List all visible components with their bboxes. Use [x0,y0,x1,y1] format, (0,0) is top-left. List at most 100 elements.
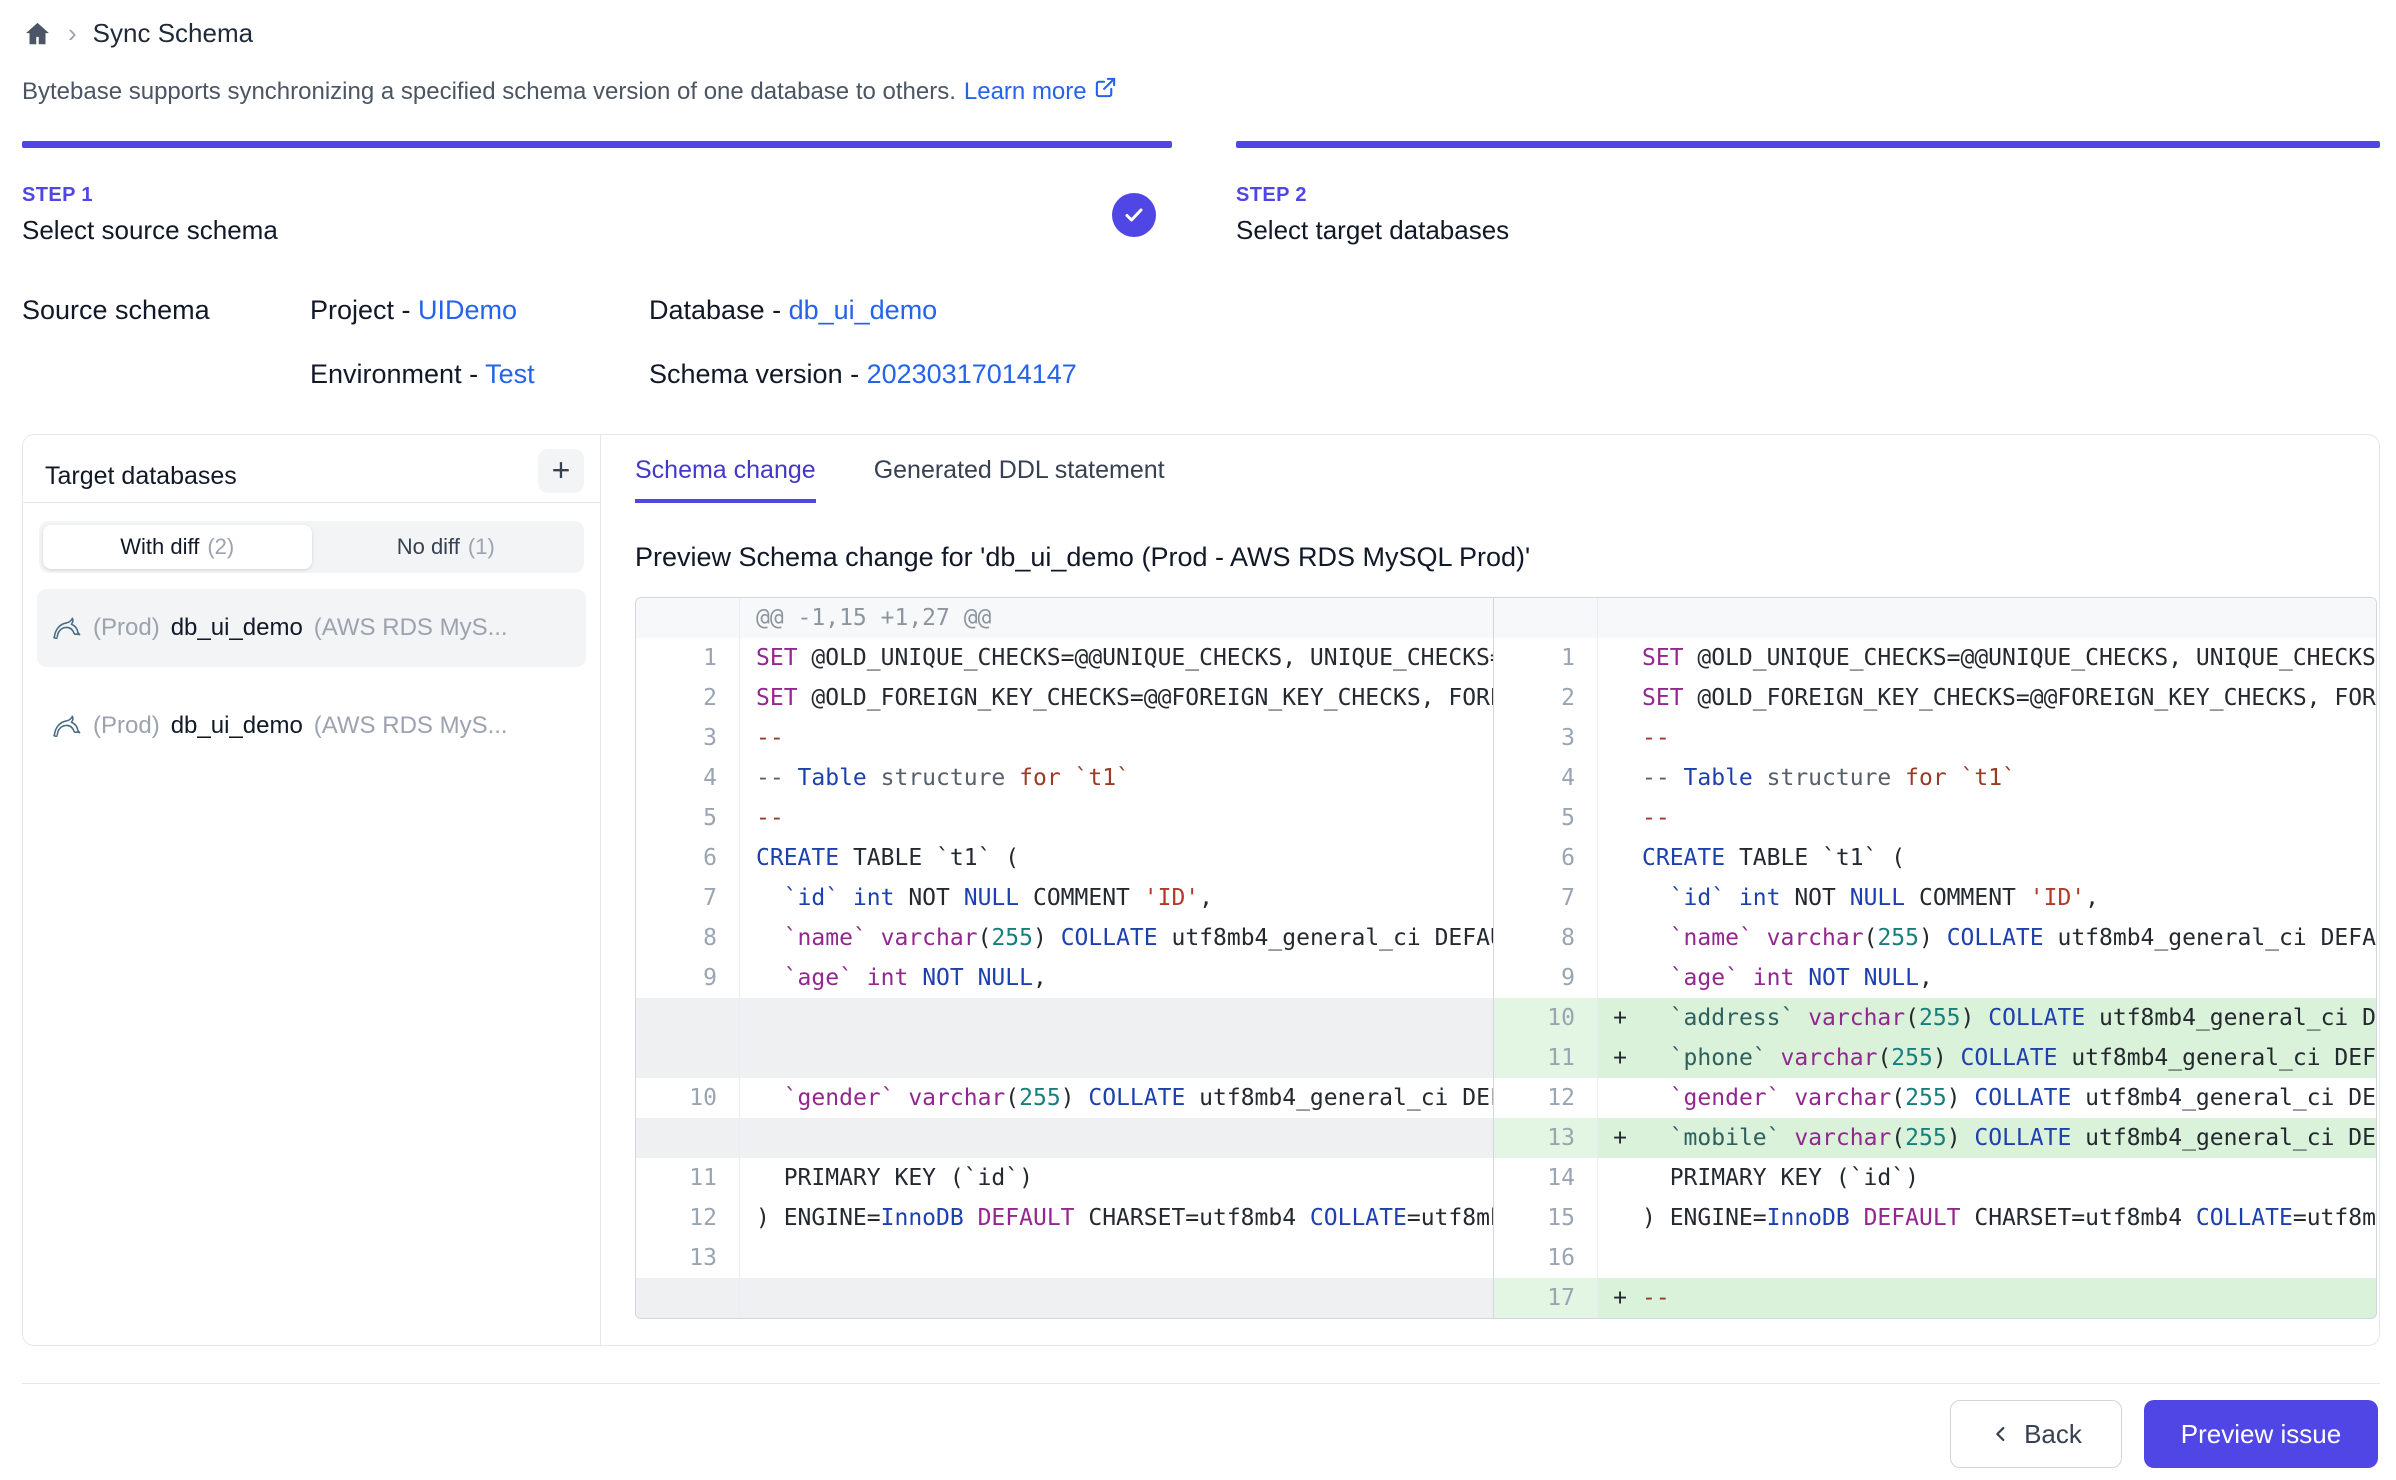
added-line-marker [1598,918,1642,958]
code-token: COLLATE [1974,1125,2071,1151]
add-target-database-button[interactable]: + [538,449,584,493]
left-line-number [636,1278,740,1318]
source-field-name: Schema version - [649,359,867,389]
right-code-cell: -- [1642,798,2376,838]
source-fields: Project - UIDemoDatabase - db_ui_demoEnv… [310,292,1077,392]
code-token: 255 [1905,1125,1947,1151]
learn-more-link[interactable]: Learn more [964,76,1117,107]
source-field-name: Project - [310,295,418,325]
diff-hunk-header-row: @@ -1,15 +1,27 @@ [636,598,2376,638]
code-token: , [1919,965,1933,991]
left-code-cell: `gender` varchar(255) COLLATE utf8mb4_ge… [740,1078,1494,1118]
left-code-cell [740,1238,1494,1278]
code-token: DEFAULT [978,1205,1075,1231]
code-token: `age` int [784,965,909,991]
code-token: `id` int [784,885,895,911]
code-token: utf8mb4_general_ci DEFAULT NULL, [2071,1085,2376,1111]
home-icon[interactable] [22,18,52,48]
intro-text: Bytebase supports synchronizing a specif… [22,76,2380,107]
code-token: , [1033,965,1047,991]
tab-schema-change[interactable]: Schema change [635,455,816,503]
right-line-number: 9 [1494,958,1598,998]
code-token: varchar [1794,1125,1891,1151]
tab-generated-ddl-statement[interactable]: Generated DDL statement [874,455,1165,503]
source-field-name: Database - [649,295,789,325]
left-line-number: 12 [636,1198,740,1238]
left-code-cell: -- [740,718,1494,758]
left-code-cell: -- Table structure for `t1` [740,758,1494,798]
right-code-cell: `name` varchar(255) COLLATE utf8mb4_gene… [1642,918,2376,958]
code-token: COLLATE [1061,925,1158,951]
left-code-cell: ) ENGINE=InnoDB DEFAULT CHARSET=utf8mb4 … [740,1198,1494,1238]
code-token [1794,965,1808,991]
code-token: ( [1891,1125,1905,1151]
code-token: utf8mb4_general_ci DEFAULT NULL, [2071,1125,2376,1151]
target-item-environment: (Prod) [93,712,160,740]
source-field-value-link[interactable]: UIDemo [418,295,517,325]
code-token: Table [798,765,867,791]
preview-issue-button[interactable]: Preview issue [2144,1400,2378,1468]
right-code-cell: `gender` varchar(255) COLLATE utf8mb4_ge… [1642,1078,2376,1118]
code-token: SET [756,685,798,711]
code-token [756,1085,784,1111]
right-line-number: 7 [1494,878,1598,918]
source-field-value-link[interactable]: db_ui_demo [789,295,938,325]
right-code-cell: `mobile` varchar(255) COLLATE utf8mb4_ge… [1642,1118,2376,1158]
right-line-number: 15 [1494,1198,1598,1238]
diff-row: 12) ENGINE=InnoDB DEFAULT CHARSET=utf8mb… [636,1198,2376,1238]
left-line-number: 2 [636,678,740,718]
code-token: utf8mb4_general_ci DEFAULT NULL, [2085,1005,2376,1031]
left-code-cell: SET @OLD_UNIQUE_CHECKS=@@UNIQUE_CHECKS, … [740,638,1494,678]
learn-more-label: Learn more [964,77,1087,107]
source-field-value-link[interactable]: 20230317014147 [867,359,1077,389]
code-token [1642,1045,1670,1071]
source-schema-section: Source schema Project - UIDemoDatabase -… [22,292,2380,392]
code-token: ( [1891,1085,1905,1111]
code-token: NOT NULL [1808,965,1919,991]
target-tab-with-diff[interactable]: With diff(2) [43,525,312,569]
code-token [1850,1205,1864,1231]
added-line-marker [1598,1158,1642,1198]
left-line-number [636,1038,740,1078]
code-token: =utf8mb4_general_ci; [1407,1205,1494,1231]
source-field-value-link[interactable]: Test [485,359,535,389]
left-line-number [636,598,740,638]
chevron-left-icon [1990,1423,2012,1445]
right-line-number: 17 [1494,1278,1598,1318]
code-token: ) [1033,925,1061,951]
target-tab-count: (2) [207,534,234,560]
back-button[interactable]: Back [1950,1400,2122,1468]
source-field-project: Project - UIDemo [310,292,649,328]
preview-title: Preview Schema change for 'db_ui_demo (P… [635,539,2377,575]
diff-row: 5--5-- [636,798,2376,838]
code-token: utf8mb4_general_ci DEFAULT NULL, [2057,1045,2376,1071]
target-item-instance: (AWS RDS MyS... [314,614,508,642]
target-tab-no-diff[interactable]: No diff(1) [312,525,581,569]
right-line-number: 11 [1494,1038,1598,1078]
code-token [1642,965,1670,991]
diff-row: 10 `gender` varchar(255) COLLATE utf8mb4… [636,1078,2376,1118]
target-databases-title: Target databases [45,458,237,494]
diff-added-row: 10+ `address` varchar(255) COLLATE utf8m… [636,998,2376,1038]
step-1-title: Select source schema [22,214,1112,246]
page-title: Sync Schema [93,18,253,49]
target-database-item-2[interactable]: (Prod)db_ui_demo(AWS RDS MyS... [37,687,586,765]
target-item-name: db_ui_demo [171,614,303,642]
code-token: NOT [894,885,963,911]
code-token [1794,1005,1808,1031]
diff-added-row: 17+-- [636,1278,2376,1318]
breadcrumb: › Sync Schema [22,18,2380,48]
steps-header: STEP 1 Select source schema STEP 2 Selec… [22,141,2380,246]
code-token: DEFAULT [1864,1205,1961,1231]
code-token: utf8mb4_general_ci DEFAULT NULL, [2044,925,2376,951]
target-database-item-1[interactable]: (Prod)db_ui_demo(AWS RDS MyS... [37,589,586,667]
code-token: 'ID' [2030,885,2085,911]
added-line-marker [1598,878,1642,918]
code-token: `address` [1670,1005,1795,1031]
code-token: COLLATE [1310,1205,1407,1231]
code-token [1780,1125,1794,1151]
step-1-progress-bar [22,141,1172,148]
left-code-cell: CREATE TABLE `t1` ( [740,838,1494,878]
code-token: `gender` varchar [1670,1085,1892,1111]
source-schema-label: Source schema [22,292,310,392]
